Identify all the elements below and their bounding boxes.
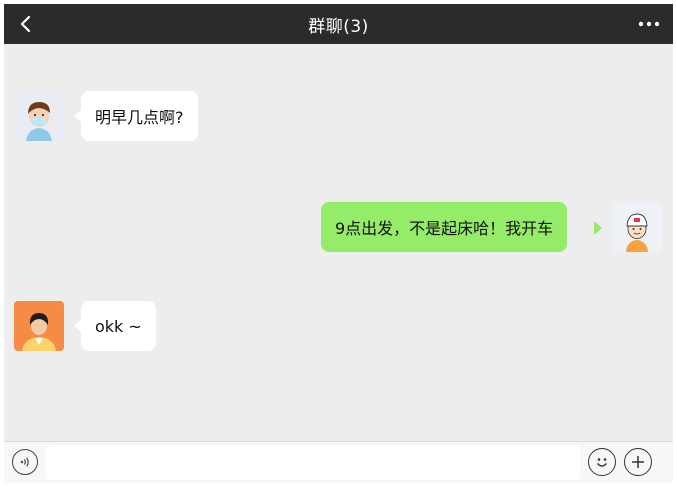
message-bubble-1[interactable]: 明早几点啊? bbox=[81, 91, 198, 141]
more-dots-icon bbox=[638, 21, 660, 27]
chat-window: 群聊(3) 明早几点啊? 9点出发，不是起床哈！我开车 okk ~ bbox=[4, 4, 673, 483]
emoji-button[interactable] bbox=[588, 448, 616, 476]
voice-button[interactable] bbox=[12, 449, 38, 475]
avatar-sender-1[interactable] bbox=[14, 91, 64, 141]
message-bubble-2[interactable]: 9点出发，不是起床哈！我开车 bbox=[321, 202, 568, 252]
bubble-tail bbox=[594, 221, 602, 235]
input-bar bbox=[4, 441, 673, 483]
cap-boy-avatar bbox=[612, 202, 662, 252]
top-bar: 群聊(3) bbox=[4, 4, 673, 44]
more-button[interactable] bbox=[633, 10, 665, 38]
voice-icon bbox=[20, 457, 29, 467]
avatar-sender-2[interactable] bbox=[14, 301, 64, 351]
boy-mask-avatar bbox=[14, 91, 64, 141]
plus-icon bbox=[632, 456, 644, 468]
orange-person-avatar bbox=[14, 301, 64, 351]
message-text: 9点出发，不是起床哈！我开车 bbox=[335, 219, 554, 238]
emoji-icon bbox=[596, 458, 608, 467]
chat-title: 群聊(3) bbox=[308, 16, 369, 37]
message-text: okk ~ bbox=[95, 316, 142, 336]
message-bubble-3[interactable]: okk ~ bbox=[81, 301, 156, 351]
message-text: 明早几点啊? bbox=[95, 108, 184, 127]
avatar-self[interactable] bbox=[612, 202, 662, 252]
message-input[interactable] bbox=[46, 445, 580, 480]
plus-button[interactable] bbox=[624, 448, 652, 476]
